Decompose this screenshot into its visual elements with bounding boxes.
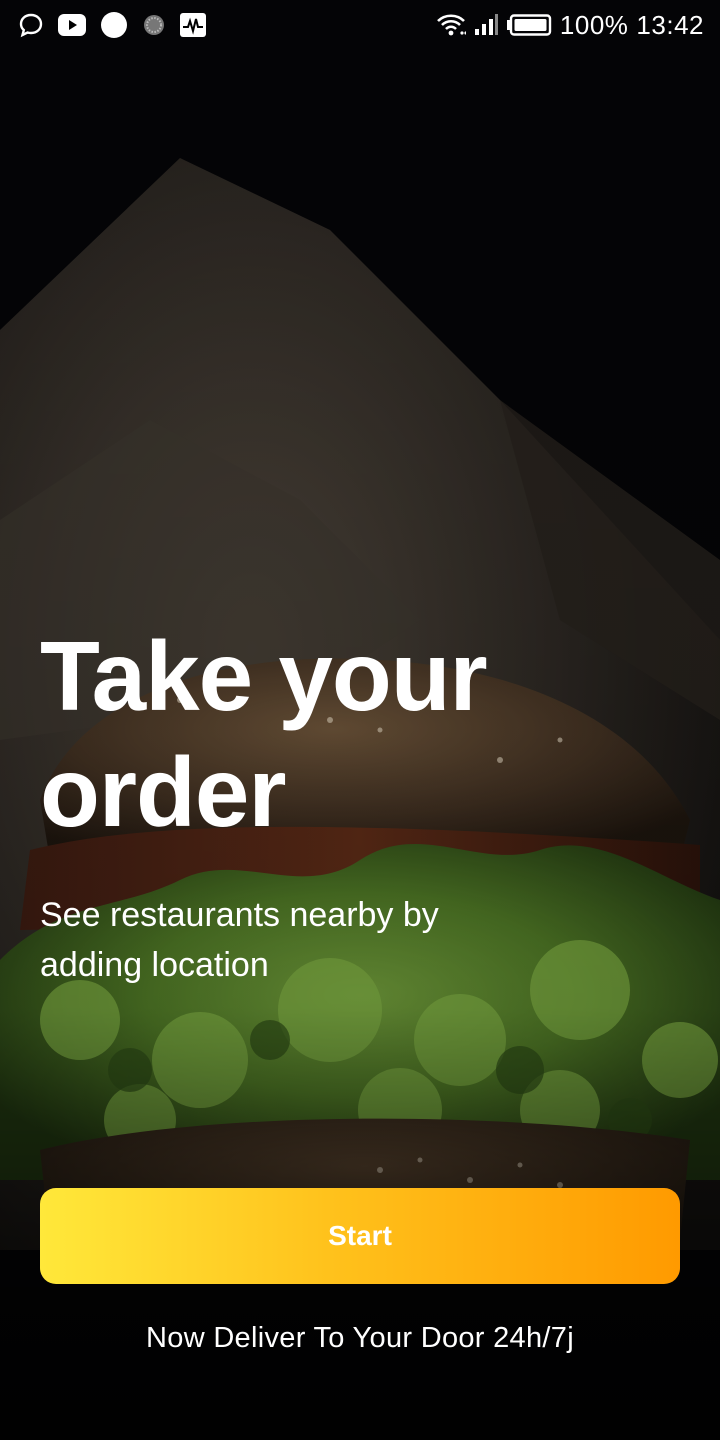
chat-bubble-icon <box>18 12 44 38</box>
title-line-2: order <box>40 737 287 847</box>
activity-pulse-icon <box>180 13 206 37</box>
clock-time: 13:42 <box>636 9 704 40</box>
status-notifications <box>18 11 206 39</box>
battery-icon <box>506 14 552 36</box>
circle-notification-icon <box>100 11 128 39</box>
battery-percentage: 100% <box>559 9 629 40</box>
signal-icon <box>474 14 498 36</box>
wifi-icon <box>436 13 466 37</box>
status-bar: 100% 13:42 <box>0 0 720 50</box>
page-subtitle: See restaurants nearby by adding locatio… <box>40 896 439 984</box>
start-button[interactable]: Start <box>40 1188 680 1284</box>
title-line-1: Take your <box>40 621 488 731</box>
onboarding-screen: 100% 13:42 Take your order See restaurant… <box>0 0 720 1440</box>
loading-dots-icon <box>142 13 166 37</box>
status-system: 100% 13:42 <box>436 10 704 41</box>
page-title: Take your order <box>40 618 600 850</box>
youtube-icon <box>58 14 86 36</box>
delivery-tagline: Now Deliver To Your Door 24h/7j <box>146 1322 574 1354</box>
